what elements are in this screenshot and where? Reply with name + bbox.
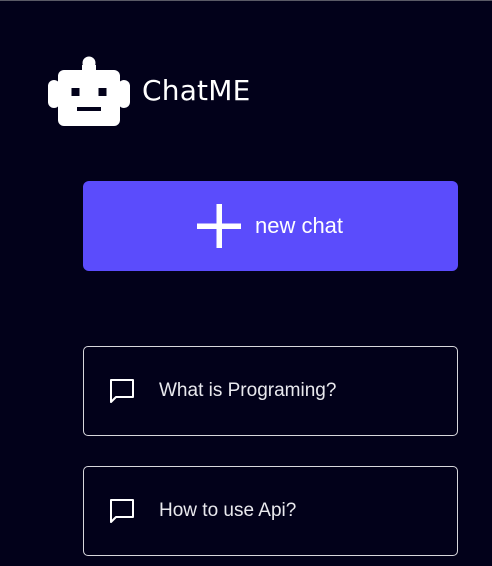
history-item[interactable]: How to use Api? (83, 466, 458, 556)
robot-icon (48, 56, 130, 126)
history-item-title: How to use Api? (159, 500, 297, 521)
new-chat-label: new chat (254, 213, 344, 238)
history-item-title: What is Programing? (159, 380, 337, 401)
new-chat-button[interactable]: new chat (83, 181, 458, 271)
plus-icon (196, 204, 241, 248)
history-item[interactable]: What is Programing? (83, 346, 458, 436)
app-title: ChatME (142, 73, 251, 107)
chat-bubble-icon (110, 499, 134, 523)
brand-header: ChatME (48, 54, 250, 126)
chat-bubble-icon (110, 379, 134, 403)
window-top-border (0, 0, 492, 1)
